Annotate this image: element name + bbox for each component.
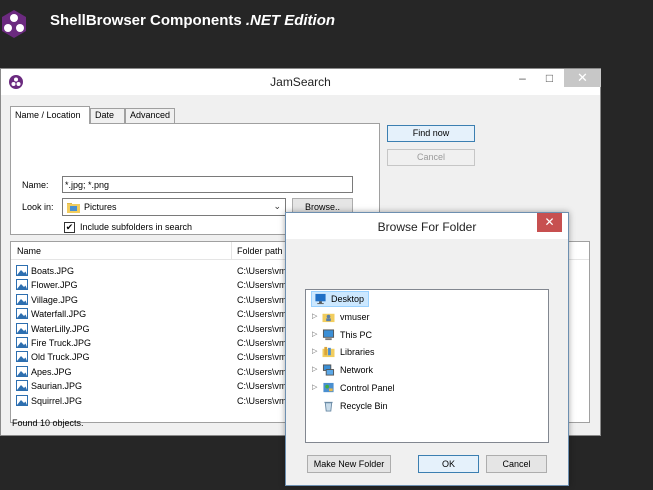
- find-now-button[interactable]: Find now: [387, 125, 475, 142]
- user-folder-icon: [322, 313, 335, 322]
- column-divider[interactable]: [231, 242, 232, 260]
- file-path: C:\Users\vm: [237, 395, 287, 406]
- lookin-label: Look in:: [22, 202, 54, 212]
- image-file-icon: [16, 293, 28, 305]
- lookin-combobox[interactable]: Pictures ⌄: [62, 198, 286, 216]
- file-name: Old Truck.JPG: [31, 352, 90, 363]
- file-name: Flower.JPG: [31, 280, 78, 291]
- image-file-icon: [16, 351, 28, 363]
- expand-arrow-icon[interactable]: ▷: [312, 330, 317, 338]
- ok-button[interactable]: OK: [418, 455, 479, 473]
- desktop-icon: [315, 293, 326, 305]
- make-new-folder-button[interactable]: Make New Folder: [307, 455, 391, 473]
- tree-item-label: This PC: [340, 329, 373, 340]
- tree-item-recycle-bin[interactable]: Recycle Bin: [306, 398, 548, 414]
- tree-item-label: Network: [340, 365, 374, 376]
- file-path: C:\Users\vm: [237, 381, 287, 392]
- column-header-name[interactable]: Name: [17, 246, 41, 256]
- file-name: Saurian.JPG: [31, 381, 83, 392]
- status-text: Found 10 objects.: [12, 418, 84, 428]
- file-name: Village.JPG: [31, 294, 78, 305]
- include-subfolders-label: Include subfolders in search: [80, 222, 193, 232]
- file-path: C:\Users\vm: [237, 338, 287, 348]
- pictures-folder-icon: [67, 203, 80, 213]
- computer-icon: [322, 329, 335, 340]
- image-file-icon: [16, 394, 28, 406]
- image-file-icon: [16, 279, 28, 291]
- lookin-value: Pictures: [84, 202, 117, 212]
- tree-item-network[interactable]: ▷ Network: [306, 362, 548, 378]
- file-name: Boats.JPG: [31, 266, 75, 276]
- banner-title: ShellBrowser Components .NET Edition: [50, 12, 336, 29]
- control-panel-icon: [323, 382, 334, 393]
- tab-name-location[interactable]: Name / Location: [10, 106, 90, 124]
- tree-item-label: Recycle Bin: [340, 400, 388, 411]
- tree-item-label: vmuser: [340, 311, 370, 322]
- expand-arrow-icon[interactable]: ▷: [312, 347, 317, 355]
- tree-item-label: Libraries: [340, 347, 375, 358]
- image-file-icon: [16, 308, 28, 320]
- file-path: C:\Users\vm: [237, 266, 287, 276]
- image-file-icon: [16, 265, 28, 276]
- tree-item-desktop[interactable]: Desktop: [306, 291, 548, 307]
- tree-item-label: Control Panel: [340, 383, 395, 393]
- image-file-icon: [16, 337, 28, 348]
- recycle-bin-icon: [324, 401, 333, 412]
- include-subfolders-checkbox[interactable]: ✔: [64, 222, 75, 233]
- file-path: C:\Users\vm: [237, 366, 287, 377]
- file-path: C:\Users\vm: [237, 280, 287, 291]
- network-icon: [322, 364, 335, 376]
- dialog-title: Browse For Folder: [377, 220, 477, 234]
- expand-arrow-icon[interactable]: ▷: [312, 312, 317, 320]
- file-name: Waterfall.JPG: [31, 309, 87, 320]
- name-input[interactable]: [62, 176, 353, 193]
- image-file-icon: [16, 365, 28, 377]
- file-path: C:\Users\vm: [237, 309, 287, 320]
- folder-tree[interactable]: Desktop ▷ vmuser ▷ This PC ▷ Libraries ▷ Network…: [305, 289, 549, 443]
- column-header-folder-path[interactable]: Folder path: [237, 246, 283, 256]
- expand-arrow-icon[interactable]: ▷: [312, 365, 317, 373]
- tab-advanced[interactable]: Advanced: [125, 108, 175, 123]
- minimize-button[interactable]: –: [509, 69, 536, 87]
- tree-item-libraries[interactable]: ▷ Libraries: [306, 344, 548, 360]
- product-banner: ShellBrowser Components .NET Edition: [0, 0, 653, 50]
- file-path: C:\Users\vm: [237, 294, 287, 305]
- tree-item-label: Desktop: [331, 294, 365, 304]
- file-path: C:\Users\vm: [237, 352, 287, 363]
- tree-item-control-panel[interactable]: ▷ Control Panel: [306, 380, 548, 396]
- close-button[interactable]: ✕: [564, 69, 601, 87]
- cancel-search-button[interactable]: Cancel: [387, 149, 475, 166]
- dialog-close-button[interactable]: ✕: [537, 213, 562, 232]
- name-label: Name:: [22, 180, 49, 190]
- image-file-icon: [16, 322, 28, 334]
- expand-arrow-icon[interactable]: ▷: [312, 383, 317, 391]
- dialog-cancel-button[interactable]: Cancel: [486, 455, 547, 473]
- chevron-down-icon[interactable]: ⌄: [273, 201, 281, 212]
- libraries-icon: [322, 347, 335, 358]
- image-file-icon: [16, 380, 28, 392]
- window-titlebar[interactable]: JamSearch – □ ✕: [1, 69, 601, 95]
- file-name: Apes.JPG: [31, 366, 72, 377]
- file-name: Squirrel.JPG: [31, 395, 83, 406]
- shellbrowser-logo-icon: [2, 10, 26, 38]
- file-path: C:\Users\vm: [237, 323, 287, 334]
- tree-item-vmuser[interactable]: ▷ vmuser: [306, 309, 548, 325]
- file-name: WaterLilly.JPG: [31, 323, 90, 334]
- tab-date[interactable]: Date: [90, 108, 125, 123]
- tree-item-this-pc[interactable]: ▷ This PC: [306, 327, 548, 343]
- maximize-button[interactable]: □: [536, 69, 563, 87]
- file-name: Fire Truck.JPG: [31, 338, 92, 348]
- browse-for-folder-dialog: Browse For Folder ✕ Desktop ▷ vmuser ▷ This …: [285, 212, 569, 486]
- dialog-titlebar[interactable]: Browse For Folder ✕: [286, 213, 568, 239]
